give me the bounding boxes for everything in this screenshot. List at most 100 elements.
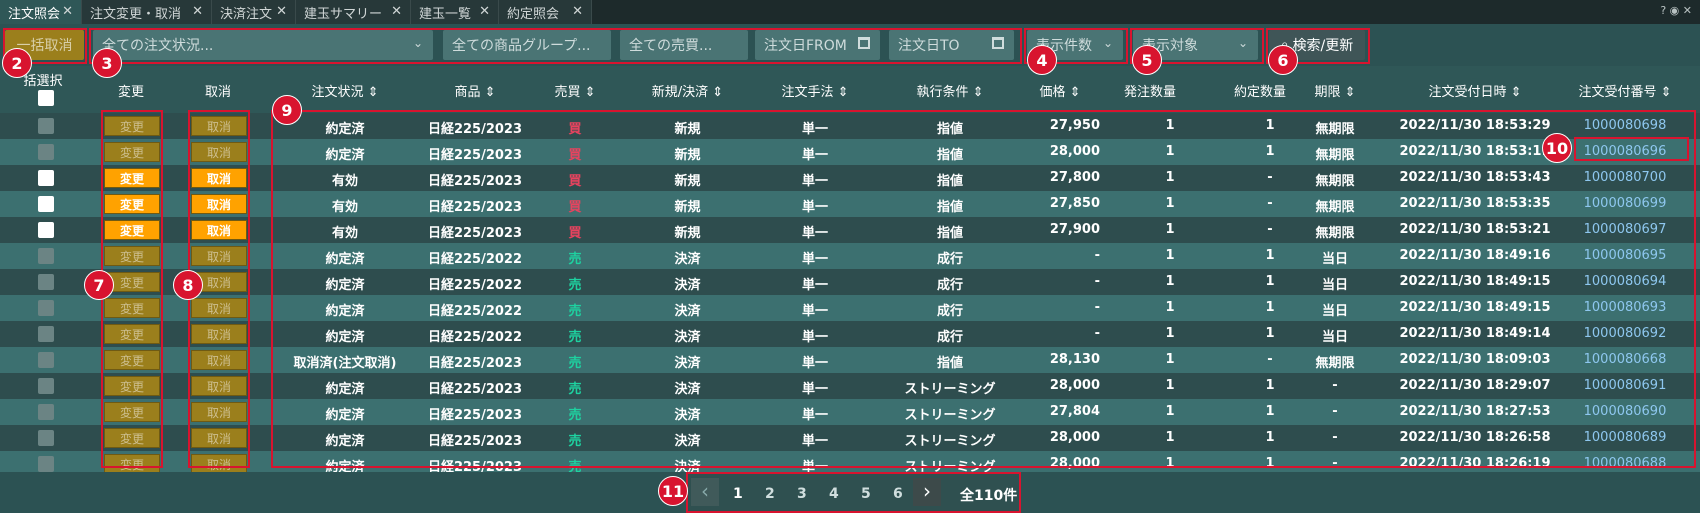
page-2[interactable]: 2 — [765, 486, 775, 502]
change-order-button[interactable]: 変更 — [104, 246, 160, 266]
calendar-icon — [992, 37, 1004, 49]
header-product[interactable]: 商品 ⇕ — [420, 81, 530, 100]
tab-position-summary[interactable]: 建玉サマリー ✕ — [296, 0, 411, 24]
change-order-button[interactable]: 変更 — [104, 194, 160, 214]
window-controls[interactable]: ? ◉ ✕ — [1660, 4, 1692, 17]
row-select-checkbox — [38, 456, 54, 472]
annotation-badge: 5 — [1132, 45, 1162, 75]
change-order-button[interactable]: 変更 — [104, 168, 160, 188]
header-order-qty: 発注数量 — [1123, 85, 1176, 100]
cancel-order-button[interactable]: 取消 — [191, 428, 247, 448]
cancel-order-button[interactable]: 取消 — [191, 220, 247, 240]
page-5[interactable]: 5 — [861, 486, 871, 502]
cell-order-no[interactable]: 1000080690 — [1565, 404, 1685, 419]
tab-execution-inquiry[interactable]: 約定照会 ✕ — [499, 0, 592, 24]
cell-order-no[interactable]: 1000080697 — [1565, 222, 1685, 237]
tab-order-change-cancel[interactable]: 注文変更・取消 ✕ — [82, 0, 212, 24]
cell-price: 28,000 — [1049, 430, 1100, 445]
cell-received-at: 2022/11/30 18:27:53 — [1399, 404, 1551, 419]
cell-order-qty: 1 — [1165, 430, 1175, 445]
cancel-order-button[interactable]: 取消 — [191, 350, 247, 370]
cell-order-no[interactable]: 1000080696 — [1565, 144, 1685, 159]
cancel-order-button[interactable]: 取消 — [191, 168, 247, 188]
change-order-button[interactable]: 変更 — [104, 324, 160, 344]
change-order-button[interactable]: 変更 — [104, 428, 160, 448]
change-order-button[interactable]: 変更 — [104, 142, 160, 162]
close-icon[interactable]: ✕ — [391, 4, 402, 19]
tab-settlement-order[interactable]: 決済注文 ✕ — [212, 0, 296, 24]
annotation-badge: 7 — [84, 270, 114, 300]
page-1[interactable]: 1 — [733, 486, 743, 502]
order-status-select[interactable]: 全ての注文状況... ⌄ — [93, 30, 433, 60]
cancel-order-button[interactable]: 取消 — [191, 402, 247, 422]
row-select-checkbox[interactable] — [38, 170, 54, 186]
cell-side: 売 — [568, 252, 582, 267]
change-order-button[interactable]: 変更 — [104, 350, 160, 370]
cell-order-no[interactable]: 1000080695 — [1565, 248, 1685, 263]
close-icon[interactable]: ✕ — [572, 4, 583, 19]
tab-order-inquiry[interactable]: 注文照会 ✕ — [0, 0, 82, 24]
cell-order-no[interactable]: 1000080700 — [1565, 170, 1685, 185]
cell-order-no[interactable]: 1000080694 — [1565, 274, 1685, 289]
change-order-button[interactable]: 変更 — [104, 220, 160, 240]
close-icon[interactable]: ✕ — [62, 4, 73, 19]
close-icon[interactable]: ✕ — [276, 4, 287, 19]
table-row: 変更 取消 約定済 日経225/2022 売決済 単一 成行 -1 1 当日 2022/11/30 … — [0, 295, 1700, 321]
change-order-button[interactable]: 変更 — [104, 402, 160, 422]
cell-product: 日経225/2023 — [427, 122, 523, 137]
cancel-order-button[interactable]: 取消 — [191, 454, 247, 474]
cell-status: 約定済 — [325, 304, 365, 319]
cancel-order-button[interactable]: 取消 — [191, 324, 247, 344]
page-4[interactable]: 4 — [829, 486, 839, 502]
header-open-close[interactable]: 新規/決済 ⇕ — [640, 81, 735, 100]
cell-open-close: 新規 — [674, 226, 701, 241]
header-side[interactable]: 売買 ⇕ — [545, 81, 605, 100]
page-3[interactable]: 3 — [797, 486, 807, 502]
change-order-button[interactable]: 変更 — [104, 454, 160, 474]
cell-order-no[interactable]: 1000080698 — [1565, 118, 1685, 133]
close-icon[interactable]: ✕ — [192, 4, 203, 19]
date-from-input[interactable]: 注文日FROM — [755, 30, 880, 60]
cell-order-no[interactable]: 1000080691 — [1565, 378, 1685, 393]
change-order-button[interactable]: 変更 — [104, 116, 160, 136]
header-status[interactable]: 注文状況 ⇕ — [290, 81, 400, 100]
annotation-badge: 9 — [272, 95, 302, 125]
header-order-no[interactable]: 注文受付番号 ⇕ — [1560, 81, 1690, 100]
cancel-order-button[interactable]: 取消 — [191, 116, 247, 136]
close-icon[interactable]: ✕ — [479, 4, 490, 19]
buy-sell-select[interactable]: 全ての売買... — [620, 30, 748, 60]
cancel-order-button[interactable]: 取消 — [191, 298, 247, 318]
cell-order-no[interactable]: 1000080688 — [1565, 456, 1685, 471]
header-condition[interactable]: 執行条件 ⇕ — [900, 81, 1000, 100]
cancel-order-button[interactable]: 取消 — [191, 142, 247, 162]
cell-status: 約定済 — [325, 148, 365, 163]
cancel-order-button[interactable]: 取消 — [191, 376, 247, 396]
change-order-button[interactable]: 変更 — [104, 298, 160, 318]
header-price[interactable]: 価格 ⇕ — [1020, 81, 1100, 100]
cell-order-no[interactable]: 1000080689 — [1565, 430, 1685, 445]
select-all-checkbox[interactable] — [38, 90, 54, 106]
cancel-order-button[interactable]: 取消 — [191, 194, 247, 214]
date-to-input[interactable]: 注文日TO — [889, 30, 1014, 60]
cell-price: 27,804 — [1049, 404, 1100, 419]
header-method[interactable]: 注文手法 ⇕ — [770, 81, 860, 100]
cancel-order-button[interactable]: 取消 — [191, 246, 247, 266]
product-group-select[interactable]: 全ての商品グループ... — [443, 30, 611, 60]
cell-open-close: 決済 — [674, 356, 701, 371]
cell-order-no[interactable]: 1000080668 — [1565, 352, 1685, 367]
cell-order-no[interactable]: 1000080692 — [1565, 326, 1685, 341]
table-row: 変更 取消 約定済 日経225/2022 売決済 単一 成行 -1 1 当日 2022/11/30 … — [0, 243, 1700, 269]
cell-order-no[interactable]: 1000080693 — [1565, 300, 1685, 315]
tab-position-list[interactable]: 建玉一覧 ✕ — [411, 0, 499, 24]
row-select-checkbox[interactable] — [38, 222, 54, 238]
change-order-button[interactable]: 変更 — [104, 376, 160, 396]
next-page-button[interactable]: › — [913, 478, 941, 506]
cell-order-no[interactable]: 1000080699 — [1565, 196, 1685, 211]
cell-price: 28,000 — [1049, 456, 1100, 471]
page-6[interactable]: 6 — [893, 486, 903, 502]
header-received-at[interactable]: 注文受付日時 ⇕ — [1400, 81, 1550, 100]
prev-page-button[interactable]: ‹ — [691, 478, 719, 506]
cell-open-close: 決済 — [674, 252, 701, 267]
row-select-checkbox[interactable] — [38, 196, 54, 212]
header-term[interactable]: 期限 ⇕ — [1295, 81, 1375, 100]
